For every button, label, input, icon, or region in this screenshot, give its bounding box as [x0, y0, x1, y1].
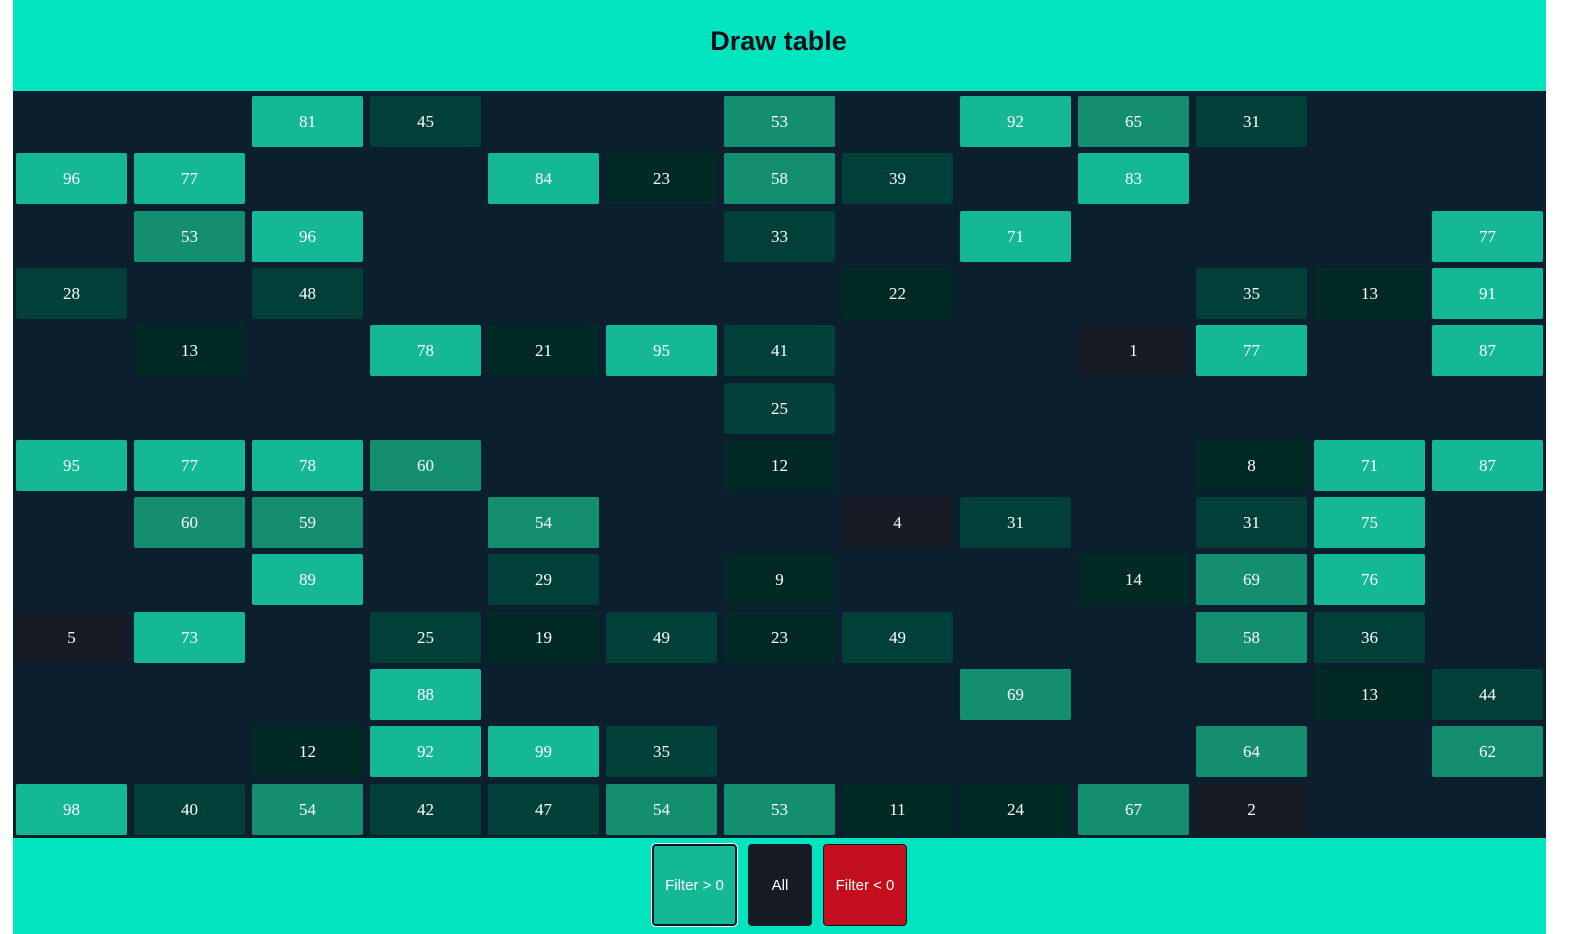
table-cell: 96	[16, 153, 127, 204]
table-cell: 89	[252, 554, 363, 605]
table-cell: 44	[1432, 669, 1543, 720]
table-cell: 96	[252, 211, 363, 262]
table-cell: 35	[606, 726, 717, 777]
filter-toolbar: Filter > 0 All Filter < 0	[13, 838, 1546, 934]
table-cell: 83	[1078, 153, 1189, 204]
table-cell: 53	[724, 96, 835, 147]
table-cell: 29	[488, 554, 599, 605]
table-cell: 78	[370, 325, 481, 376]
table-cell: 24	[960, 784, 1071, 835]
table-cell: 58	[1196, 612, 1307, 663]
table-cell: 53	[134, 211, 245, 262]
table-cell: 22	[842, 268, 953, 319]
draw-table: 81 45 53 92 65 31 96 77 84 23 58 39 83 53 96 33 71 77 28 48…	[13, 91, 1546, 838]
table-cell: 73	[134, 612, 245, 663]
table-cell: 77	[134, 440, 245, 491]
table-cell: 1	[1078, 325, 1189, 376]
table-cell: 81	[252, 96, 363, 147]
table-cell: 67	[1078, 784, 1189, 835]
table-cell: 71	[1314, 440, 1425, 491]
table-cell: 5	[16, 612, 127, 663]
table-cell: 4	[842, 497, 953, 548]
table-cell: 25	[724, 383, 835, 434]
table-cell: 31	[1196, 497, 1307, 548]
table-cell: 8	[1196, 440, 1307, 491]
table-cell: 77	[1432, 211, 1543, 262]
table-cell: 28	[16, 268, 127, 319]
table-cell: 13	[134, 325, 245, 376]
table-cell: 39	[842, 153, 953, 204]
table-cell: 60	[370, 440, 481, 491]
table-cell: 69	[1196, 554, 1307, 605]
filter-positive-button[interactable]: Filter > 0	[652, 844, 737, 926]
table-cell: 69	[960, 669, 1071, 720]
table-cell: 47	[488, 784, 599, 835]
table-cell: 54	[606, 784, 717, 835]
table-cell: 65	[1078, 96, 1189, 147]
table-cell: 23	[724, 612, 835, 663]
table-cell: 64	[1196, 726, 1307, 777]
table-cell: 12	[252, 726, 363, 777]
table-cell: 75	[1314, 497, 1425, 548]
table-cell: 31	[960, 497, 1071, 548]
table-cell: 88	[370, 669, 481, 720]
header: Draw table	[13, 0, 1546, 91]
table-cell: 77	[134, 153, 245, 204]
table-cell: 49	[606, 612, 717, 663]
table-cell: 33	[724, 211, 835, 262]
table-cell: 95	[606, 325, 717, 376]
table-cell: 42	[370, 784, 481, 835]
table-cell: 49	[842, 612, 953, 663]
table-cell: 53	[724, 784, 835, 835]
table-cell: 31	[1196, 96, 1307, 147]
table-cell: 78	[252, 440, 363, 491]
table-cell: 11	[842, 784, 953, 835]
table-cell: 58	[724, 153, 835, 204]
table-cell: 36	[1314, 612, 1425, 663]
table-cell: 84	[488, 153, 599, 204]
table-cell: 92	[370, 726, 481, 777]
table-cell: 13	[1314, 669, 1425, 720]
table-cell: 9	[724, 554, 835, 605]
table-cell: 35	[1196, 268, 1307, 319]
table-cell: 40	[134, 784, 245, 835]
table-cell: 59	[252, 497, 363, 548]
table-cell: 12	[724, 440, 835, 491]
all-button[interactable]: All	[748, 844, 812, 926]
table-cell: 21	[488, 325, 599, 376]
table-cell: 87	[1432, 325, 1543, 376]
table-cell: 23	[606, 153, 717, 204]
table-cell: 48	[252, 268, 363, 319]
filter-negative-button[interactable]: Filter < 0	[823, 844, 907, 926]
app-container: Draw table 81 45 53 92 65 31 96 77 84 23 58 39 83 53 9…	[13, 0, 1546, 934]
table-cell: 71	[960, 211, 1071, 262]
table-cell: 91	[1432, 268, 1543, 319]
table-cell: 99	[488, 726, 599, 777]
table-cell: 14	[1078, 554, 1189, 605]
table-cell: 92	[960, 96, 1071, 147]
table-cell: 98	[16, 784, 127, 835]
table-cell: 62	[1432, 726, 1543, 777]
table-cell: 87	[1432, 440, 1543, 491]
table-cell: 60	[134, 497, 245, 548]
table-cell: 54	[252, 784, 363, 835]
table-cell: 95	[16, 440, 127, 491]
table-cell: 45	[370, 96, 481, 147]
table-cell: 54	[488, 497, 599, 548]
table-cell: 19	[488, 612, 599, 663]
table-cell: 77	[1196, 325, 1307, 376]
table-cell: 25	[370, 612, 481, 663]
table-cell: 76	[1314, 554, 1425, 605]
table-cell: 13	[1314, 268, 1425, 319]
page-title: Draw table	[710, 26, 847, 56]
table-cell: 41	[724, 325, 835, 376]
table-cell: 2	[1196, 784, 1307, 835]
